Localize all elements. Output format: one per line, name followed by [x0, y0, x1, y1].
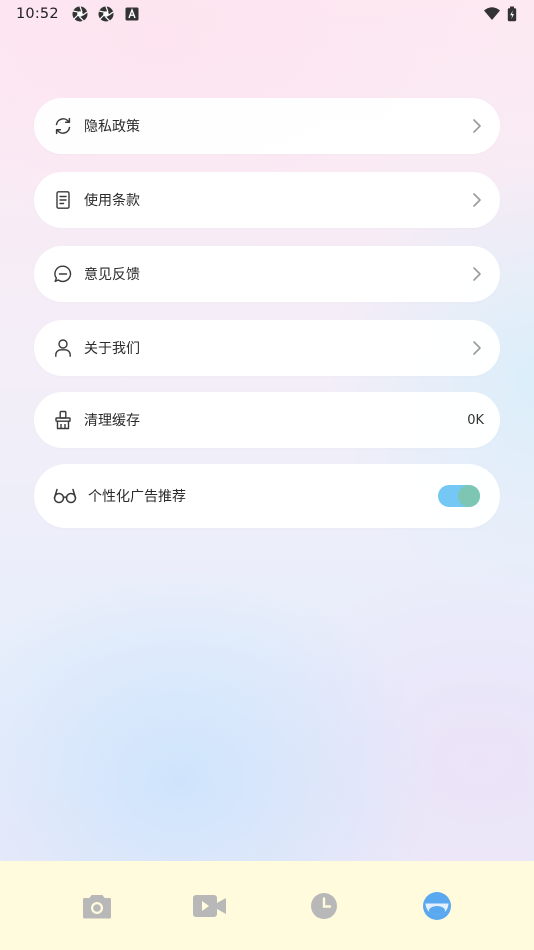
- settings-item-label: 关于我们: [84, 341, 140, 357]
- wifi-icon: [483, 5, 501, 23]
- status-icons-left: [71, 5, 141, 23]
- chevron-right-icon: [470, 193, 484, 207]
- status-icons-right: [483, 5, 518, 23]
- profile-icon: [422, 891, 452, 921]
- broom-icon: [52, 409, 74, 431]
- status-bar: 10:52: [0, 0, 534, 28]
- cache-size-value: 0K: [467, 412, 484, 428]
- document-icon: [52, 189, 74, 211]
- status-time: 10:52: [16, 6, 59, 22]
- chevron-right-icon: [470, 341, 484, 355]
- chat-bubble-icon: [52, 263, 74, 285]
- settings-item-personalized-ads: 个性化广告推荐: [34, 464, 500, 528]
- refresh-icon: [52, 115, 74, 137]
- video-icon: [192, 893, 228, 919]
- settings-item-about-us[interactable]: 关于我们: [34, 320, 500, 376]
- nav-history-tab[interactable]: [306, 888, 342, 924]
- glasses-icon: [52, 485, 78, 507]
- aperture-icon: [97, 5, 115, 23]
- settings-item-label: 个性化广告推荐: [88, 489, 186, 505]
- settings-item-label: 隐私政策: [84, 119, 140, 135]
- settings-item-feedback[interactable]: 意见反馈: [34, 246, 500, 302]
- settings-item-label: 清理缓存: [84, 413, 140, 429]
- clock-icon: [310, 892, 338, 920]
- camera-icon: [81, 892, 113, 920]
- nav-video-tab[interactable]: [192, 888, 228, 924]
- person-icon: [52, 337, 74, 359]
- nav-camera-tab[interactable]: [79, 888, 115, 924]
- settings-item-privacy-policy[interactable]: 隐私政策: [34, 98, 500, 154]
- nav-profile-tab[interactable]: [419, 888, 455, 924]
- settings-item-label: 使用条款: [84, 193, 140, 209]
- chevron-right-icon: [470, 267, 484, 281]
- aperture-icon: [71, 5, 89, 23]
- battery-icon: [506, 5, 518, 23]
- toggle-knob: [458, 485, 480, 507]
- bottom-nav: [0, 861, 534, 950]
- settings-item-label: 意见反馈: [84, 267, 140, 283]
- personalized-ads-toggle[interactable]: [438, 485, 480, 507]
- chevron-right-icon: [470, 119, 484, 133]
- font-a-icon: [123, 5, 141, 23]
- settings-item-clear-cache[interactable]: 清理缓存 0K: [34, 392, 500, 448]
- settings-item-terms-of-use[interactable]: 使用条款: [34, 172, 500, 228]
